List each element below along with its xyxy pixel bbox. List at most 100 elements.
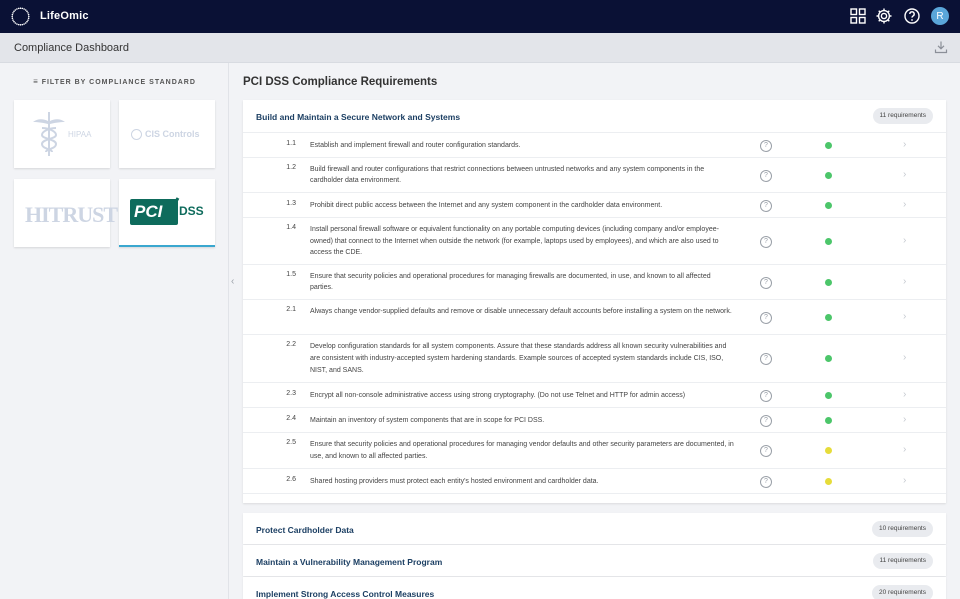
table-row[interactable]: 1.1 Establish and implement firewall and …	[243, 133, 946, 158]
table-row[interactable]: 1.2 Build firewall and router configurati…	[243, 158, 946, 193]
section-collapsed-protect-cardholder-data[interactable]: Protect Cardholder Data 10 requirements	[243, 513, 946, 544]
user-avatar[interactable]: R	[931, 7, 949, 25]
requirement-number: 2.3	[286, 389, 296, 397]
caduceus-icon	[33, 112, 65, 156]
requirement-text: Maintain an inventory of system componen…	[310, 416, 545, 424]
requirement-number: 1.5	[286, 270, 296, 278]
status-dot	[825, 201, 832, 209]
standard-label: HIPAA	[68, 130, 92, 139]
help-icon[interactable]: ?	[760, 139, 772, 152]
status-dot	[825, 355, 832, 362]
chevron-right-icon[interactable]: ›	[903, 169, 906, 180]
requirements-count-badge: 11 requirements	[872, 553, 933, 569]
chevron-right-icon[interactable]: ›	[903, 139, 906, 150]
help-icon[interactable]	[903, 7, 921, 25]
chevron-right-icon[interactable]: ›	[903, 199, 906, 210]
help-icon[interactable]: ?	[760, 235, 772, 248]
requirement-number: 2.2	[286, 341, 296, 349]
requirements-count-badge: 10 requirements	[872, 521, 933, 537]
table-row[interactable]: 1.5 Ensure that security policies and ope…	[243, 265, 946, 300]
status-dot	[825, 416, 832, 424]
standard-label: CIS Controls	[145, 129, 200, 139]
download-icon[interactable]	[934, 40, 948, 54]
table-row[interactable]: 2.3 Encrypt all non-console administrativ…	[243, 383, 946, 408]
apps-grid-icon[interactable]	[849, 7, 867, 25]
standard-card-hipaa[interactable]: HIPAA	[14, 100, 110, 168]
help-icon[interactable]: ?	[760, 445, 772, 457]
standard-label: HITRUST	[25, 202, 118, 227]
status-dot	[825, 313, 832, 321]
main-title: PCI DSS Compliance Requirements	[243, 76, 438, 88]
help-icon[interactable]: ?	[760, 311, 772, 324]
standard-card-cis[interactable]: CIS Controls	[119, 100, 215, 168]
help-icon[interactable]: ?	[760, 276, 772, 289]
table-row[interactable]: 2.2 Develop configuration standards for a…	[243, 335, 946, 383]
standard-card-pci-dss[interactable]: PCI DSS	[119, 179, 215, 247]
section-collapsed-access-control[interactable]: Implement Strong Access Control Measures…	[243, 577, 946, 599]
requirements-count-badge: 20 requirements	[872, 585, 933, 599]
chevron-right-icon[interactable]: ›	[903, 444, 906, 455]
table-row[interactable]: 1.4 Install personal firewall software or…	[243, 218, 946, 265]
requirement-number: 2.6	[286, 475, 296, 483]
top-nav-bar: LifeOmic R	[0, 0, 960, 33]
requirement-text: Develop configuration standards for all …	[310, 343, 727, 374]
chevron-right-icon[interactable]: ›	[903, 475, 906, 486]
requirement-number: 2.5	[286, 439, 296, 447]
chevron-right-icon[interactable]: ›	[903, 276, 906, 287]
requirement-text: Establish and implement firewall and rou…	[310, 141, 521, 149]
status-dot	[825, 391, 832, 399]
brand-name: LifeOmic	[40, 10, 89, 22]
requirement-number: 1.1	[286, 139, 296, 147]
requirement-number: 1.3	[286, 199, 296, 207]
help-icon[interactable]: ?	[760, 414, 772, 427]
chevron-right-icon[interactable]: ›	[903, 352, 906, 363]
requirement-number: 1.4	[286, 223, 296, 231]
cis-logo-icon	[131, 129, 142, 140]
table-row[interactable]: 2.5 Ensure that security policies and ope…	[243, 433, 946, 469]
status-dot	[825, 278, 832, 286]
table-row[interactable]: 2.6 Shared hosting providers must protect…	[243, 469, 946, 494]
help-icon[interactable]: ?	[760, 389, 772, 402]
help-icon[interactable]: ?	[760, 199, 772, 212]
requirement-text: Install personal firewall software or eq…	[310, 225, 719, 257]
checkmark-icon	[162, 197, 180, 217]
table-row[interactable]: 2.4 Maintain an inventory of system compo…	[243, 408, 946, 433]
section-collapsed-vulnerability-management[interactable]: Maintain a Vulnerability Management Prog…	[243, 545, 946, 576]
requirements-count-badge: 11 requirements	[872, 108, 933, 124]
filter-label: ≡ FILTER BY COMPLIANCE STANDARD	[33, 77, 196, 86]
requirement-text: Prohibit direct public access between th…	[310, 201, 663, 209]
help-icon[interactable]: ?	[760, 169, 772, 182]
requirement-text: Always change vendor-supplied defaults a…	[310, 307, 732, 315]
chevron-right-icon[interactable]: ›	[903, 414, 906, 425]
requirement-text: Shared hosting providers must protect ea…	[310, 477, 599, 485]
section-title: Protect Cardholder Data	[256, 525, 354, 535]
table-row[interactable]: 1.3 Prohibit direct public access between…	[243, 193, 946, 218]
status-dot	[825, 477, 832, 485]
section-panel-expanded: Build and Maintain a Secure Network and …	[243, 100, 946, 503]
chevron-right-icon[interactable]: ›	[903, 311, 906, 322]
page-header: Compliance Dashboard	[0, 33, 960, 63]
dss-logo-text: DSS	[179, 204, 204, 218]
section-title: Implement Strong Access Control Measures	[256, 589, 435, 599]
requirement-number: 2.1	[286, 305, 296, 313]
standard-card-hitrust[interactable]: HITRUST	[14, 179, 118, 247]
chevron-right-icon[interactable]: ›	[903, 389, 906, 400]
filter-icon: ≡	[33, 77, 39, 86]
section-title: Build and Maintain a Secure Network and …	[256, 112, 461, 122]
gear-icon[interactable]	[875, 7, 893, 25]
help-icon[interactable]: ?	[760, 353, 772, 365]
requirement-number: 2.4	[286, 414, 296, 422]
collapse-sidebar-chevron-icon[interactable]: ‹	[231, 276, 239, 288]
requirement-text: Ensure that security policies and operat…	[310, 441, 734, 460]
chevron-right-icon[interactable]: ›	[903, 235, 906, 246]
table-row[interactable]: 2.1 Always change vendor-supplied default…	[243, 300, 946, 335]
page-title: Compliance Dashboard	[14, 42, 129, 54]
status-dot	[825, 171, 832, 179]
requirements-list: 1.1 Establish and implement firewall and …	[243, 133, 946, 494]
section-title: Maintain a Vulnerability Management Prog…	[256, 557, 443, 567]
section-header[interactable]: Build and Maintain a Secure Network and …	[243, 100, 946, 133]
help-icon[interactable]: ?	[760, 475, 772, 488]
status-dot	[825, 447, 832, 454]
lifeomic-logo-icon	[11, 7, 30, 26]
standards-sidebar: ≡ FILTER BY COMPLIANCE STANDARD HIPAA CI…	[0, 63, 229, 599]
